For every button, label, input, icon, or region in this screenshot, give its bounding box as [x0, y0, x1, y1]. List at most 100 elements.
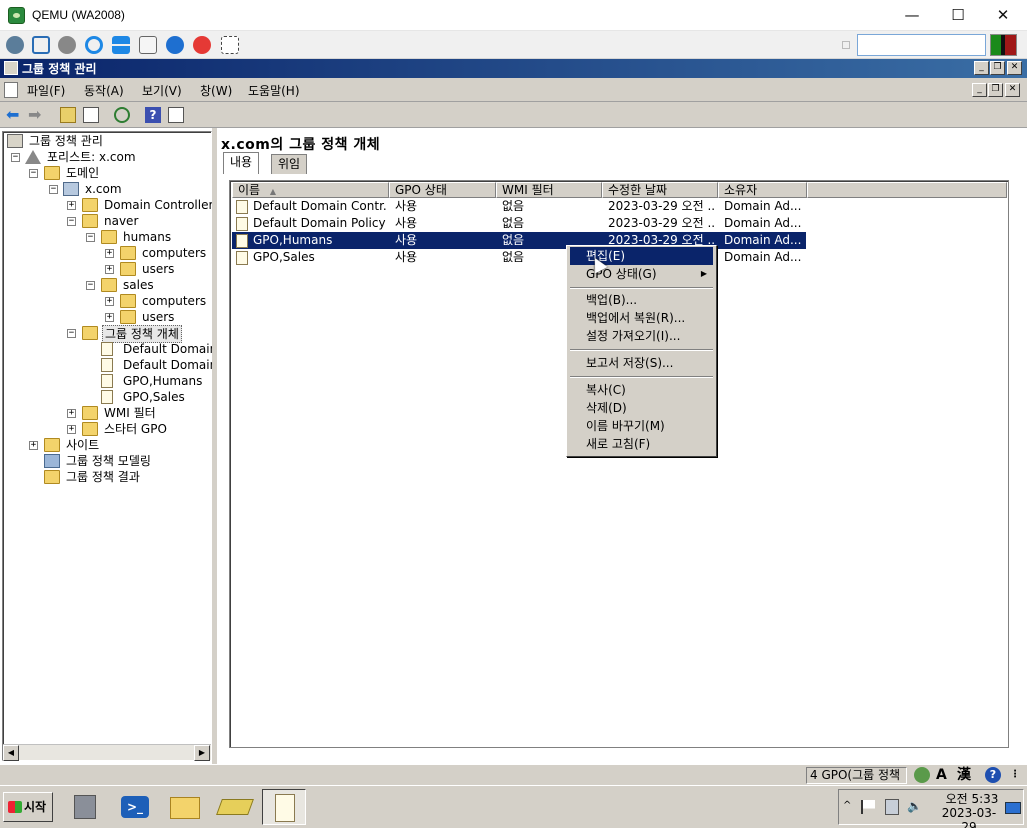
expand-sites-button[interactable]: +: [29, 441, 38, 450]
gpo-scroll-icon: [236, 234, 248, 248]
windows-icon[interactable]: [112, 36, 130, 54]
collapse-forest-button[interactable]: −: [11, 153, 20, 162]
show-tree-icon[interactable]: [83, 107, 99, 123]
menu-window[interactable]: 창(W): [200, 82, 232, 99]
expand-wmi-filters-button[interactable]: +: [67, 409, 76, 418]
qemu-window-title: QEMU (WA2008): [32, 8, 125, 22]
gpo-scroll-icon: [101, 374, 113, 388]
forward-arrow-icon[interactable]: ➡: [28, 107, 44, 123]
menu-file[interactable]: 파일(F): [27, 82, 65, 99]
scroll-right-arrow-icon[interactable]: ▶: [194, 745, 210, 761]
menu-item-delete[interactable]: 삭제(D): [570, 399, 713, 417]
clock-time[interactable]: 오전 5:33: [942, 790, 1002, 807]
document-icon[interactable]: [4, 82, 18, 98]
up-folder-icon[interactable]: [60, 107, 76, 123]
menu-item-save-report[interactable]: 보고서 저장(S)...: [570, 354, 713, 372]
powershell-icon: >_: [121, 796, 149, 818]
taskbar-explorer[interactable]: [163, 789, 207, 825]
menu-item-copy[interactable]: 복사(C): [570, 381, 713, 399]
taskbar-server-manager[interactable]: [64, 789, 108, 825]
expand-starter-gpo-button[interactable]: +: [67, 425, 76, 434]
tree-horizontal-scrollbar[interactable]: ◀ ▶: [3, 744, 211, 761]
explorer-folder-icon: [170, 797, 200, 819]
menu-item-refresh[interactable]: 새로 고침(F): [570, 435, 713, 453]
mmc-minimize-button[interactable]: _: [974, 61, 989, 75]
column-header-gpo-status[interactable]: GPO 상태: [389, 182, 496, 198]
menu-item-rename[interactable]: 이름 바꾸기(M): [570, 417, 713, 435]
expand-sales-users-button[interactable]: +: [105, 313, 114, 322]
devices-icon[interactable]: [6, 36, 24, 54]
mmc-close-button[interactable]: ✕: [1007, 61, 1022, 75]
column-header-wmi-filter[interactable]: WMI 필터: [496, 182, 602, 198]
menu-action[interactable]: 동작(A): [84, 82, 124, 99]
table-row[interactable]: Default Domain Policy 사용 없음 2023-03-29 오…: [232, 215, 806, 232]
ime-options-icon[interactable]: ⋮: [1010, 766, 1020, 785]
menu-item-backup[interactable]: 백업(B)...: [570, 291, 713, 309]
ime-mode-icon[interactable]: [914, 767, 930, 783]
collapse-sales-button[interactable]: −: [86, 281, 95, 290]
info-icon[interactable]: [166, 36, 184, 54]
clock-date[interactable]: 2023-03-29: [936, 806, 1002, 828]
speaker-muted-icon[interactable]: 🔈: [907, 799, 922, 815]
table-row[interactable]: Default Domain Contr... 사용 없음 2023-03-29…: [232, 198, 806, 215]
menu-item-import[interactable]: 설정 가져오기(I)...: [570, 327, 713, 345]
expand-humans-computers-button[interactable]: +: [105, 249, 114, 258]
refresh-icon[interactable]: [85, 36, 103, 54]
ime-hanja-indicator[interactable]: 漢: [957, 766, 971, 785]
stop-icon[interactable]: [193, 36, 211, 54]
collapse-gpo-container-button[interactable]: −: [67, 329, 76, 338]
tab-delegation[interactable]: 위임: [271, 154, 308, 174]
ime-help-icon[interactable]: ?: [985, 767, 1001, 783]
child-restore-button[interactable]: ❐: [988, 83, 1003, 97]
ime-alpha-indicator[interactable]: A: [936, 766, 947, 785]
gpo-scroll-icon: [236, 200, 248, 214]
network-icon[interactable]: [885, 799, 899, 815]
result-pane-heading: x.com의 그룹 정책 개체: [221, 137, 381, 153]
taskbar-powershell[interactable]: >_: [113, 789, 157, 825]
expand-humans-users-button[interactable]: +: [105, 265, 114, 274]
expand-domain-controllers-button[interactable]: +: [67, 201, 76, 210]
column-header-owner[interactable]: 소유자: [718, 182, 807, 198]
table-row-selected[interactable]: GPO,Humans 사용 없음 2023-03-29 오전 ... Domai…: [232, 232, 806, 249]
show-hidden-icons-icon[interactable]: ^: [843, 800, 851, 811]
child-close-button[interactable]: ✕: [1005, 83, 1020, 97]
menu-view[interactable]: 보기(V): [142, 82, 182, 99]
properties-icon[interactable]: [168, 107, 184, 123]
expand-sales-computers-button[interactable]: +: [105, 297, 114, 306]
maximize-button[interactable]: ☐: [935, 0, 981, 31]
action-center-flag-icon[interactable]: [861, 800, 875, 814]
qemu-status-indicator[interactable]: [990, 34, 1017, 56]
menu-item-restore[interactable]: 백업에서 복원(R)...: [570, 309, 713, 327]
keyboard-icon[interactable]: [139, 36, 157, 54]
settings-gear-icon[interactable]: [58, 36, 76, 54]
collapse-humans-button[interactable]: −: [86, 233, 95, 242]
start-button[interactable]: 시작: [3, 792, 53, 822]
menu-help[interactable]: 도움말(H): [248, 82, 300, 99]
qemu-search-input[interactable]: [857, 34, 986, 56]
fullscreen-icon[interactable]: [32, 36, 50, 54]
refresh-view-icon[interactable]: [114, 107, 130, 123]
close-button[interactable]: ✕: [980, 0, 1026, 31]
windows-flag-icon: [8, 801, 22, 813]
minimize-button[interactable]: —: [889, 0, 935, 31]
child-minimize-button[interactable]: _: [972, 83, 987, 97]
column-header-name[interactable]: 이름 ▲: [232, 182, 389, 198]
collapse-domains-button[interactable]: −: [29, 169, 38, 178]
collapse-domain-button[interactable]: −: [49, 185, 58, 194]
help-icon[interactable]: ?: [145, 107, 161, 123]
taskbar-app-book[interactable]: [213, 789, 257, 825]
mmc-window-title: 그룹 정책 관리: [22, 62, 97, 76]
show-desktop-icon[interactable]: [1005, 802, 1021, 814]
taskbar-gpmc[interactable]: [262, 789, 306, 825]
table-row[interactable]: GPO,Sales 사용 없음 Domain Ad...: [232, 249, 806, 266]
column-header-modified[interactable]: 수정한 날짜: [602, 182, 718, 198]
mmc-restore-button[interactable]: ❐: [990, 61, 1005, 75]
screenshot-icon[interactable]: [221, 36, 239, 54]
tab-contents[interactable]: 내용: [223, 152, 260, 174]
gpo-scroll-icon: [101, 390, 113, 404]
column-header-filler: [807, 182, 1007, 198]
scroll-left-arrow-icon[interactable]: ◀: [3, 745, 19, 761]
collapse-naver-button[interactable]: −: [67, 217, 76, 226]
back-arrow-icon[interactable]: ⬅: [6, 107, 22, 123]
qemu-toggle-checkbox[interactable]: [842, 41, 850, 49]
